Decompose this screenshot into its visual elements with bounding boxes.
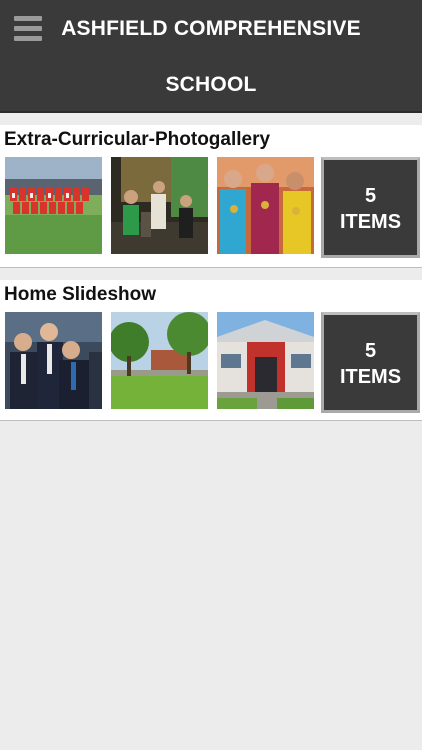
gallery-thumbnail-school-grounds[interactable]: [111, 312, 208, 409]
gallery-card[interactable]: Home Slideshow 5 ITEMS: [0, 280, 422, 420]
gallery-title: Home Slideshow: [4, 284, 157, 305]
app-title-line-2: SCHOOL: [165, 73, 257, 96]
gallery-thumbnail-school-building[interactable]: [217, 312, 314, 409]
app-header: ASHFIELD COMPREHENSIVE SCHOOL: [0, 0, 422, 113]
hamburger-menu-icon[interactable]: [14, 16, 42, 42]
item-count: 5: [364, 340, 377, 362]
divider: [0, 420, 422, 421]
gallery-card[interactable]: Extra-Curricular-Photogallery 5 ITEMS: [0, 125, 422, 267]
gallery-title: Extra-Curricular-Photogallery: [4, 129, 271, 150]
item-count-label: ITEMS: [339, 366, 402, 388]
app-title-line-1: ASHFIELD COMPREHENSIVE: [61, 17, 361, 40]
item-count-label: ITEMS: [339, 211, 402, 233]
divider: [0, 267, 422, 268]
gallery-thumbnail-students-with-medals[interactable]: [217, 157, 314, 254]
gallery-thumbnail-team-photo[interactable]: [5, 157, 102, 254]
item-count: 5: [364, 185, 377, 207]
gallery-item-count-tile[interactable]: 5 ITEMS: [321, 312, 420, 413]
gallery-thumbnail-students-in-uniform[interactable]: [5, 312, 102, 409]
gallery-thumbnail-stage-performance[interactable]: [111, 157, 208, 254]
gallery-item-count-tile[interactable]: 5 ITEMS: [321, 157, 420, 258]
